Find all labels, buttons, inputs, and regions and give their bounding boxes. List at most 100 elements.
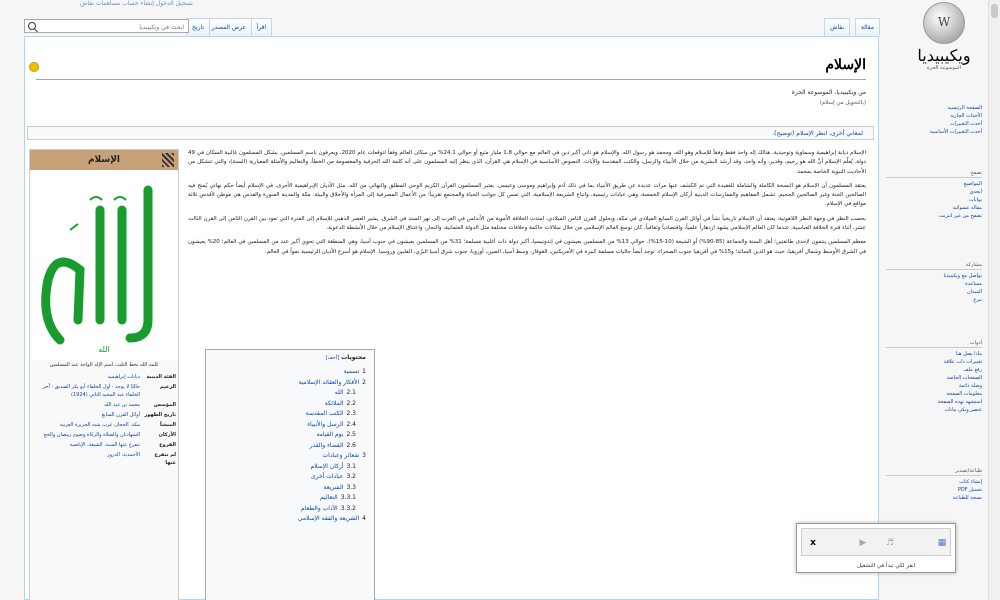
- infobox-row: تاريخ الظهور أوائل القرن السابع: [30, 410, 178, 420]
- sidebar-contribute-item-2[interactable]: الميدان: [886, 288, 982, 296]
- infobox-value[interactable]: الشهادتان والصلاة والزكاة وصوم رمضان وال…: [30, 430, 142, 440]
- sidebar-tools-item-7[interactable]: عنصر ويكي بيانات: [886, 406, 982, 414]
- sidebar-tools-item-5[interactable]: معلومات الصفحة: [886, 390, 982, 398]
- audio-file-icon[interactable]: ▦: [934, 535, 950, 551]
- infobox-value[interactable]: الأحمدية، الدروز: [30, 450, 142, 468]
- toc-item[interactable]: 3.3.1التعاليم: [214, 493, 366, 504]
- infobox-value[interactable]: تتفرع عنها السنة، الشيعة، الإباضية: [30, 440, 142, 450]
- content-area: الإسلام من ويكيبيديا، الموسوعة الحرة (با…: [24, 36, 879, 600]
- islamic-pattern-icon: [162, 153, 174, 167]
- tab-talk[interactable]: نقاش: [824, 18, 850, 36]
- sidebar-explore-item-0[interactable]: المواضيع: [886, 180, 982, 188]
- infobox-key: الفروع: [159, 442, 176, 448]
- sidebar-contribute-item-3[interactable]: تبرع: [886, 296, 982, 304]
- infobox-row: المؤسس محمد بن عبد الله: [30, 400, 178, 410]
- sidebar-tools-item-2[interactable]: رفع ملف: [886, 366, 982, 374]
- sidebar-explore: تصفح المواضيع أبجدي بوابات مقالة عشوائية تصف…: [886, 170, 986, 220]
- sidebar-tools-item-0[interactable]: ماذا يصل هنا: [886, 350, 982, 358]
- hatnote-text[interactable]: لمعاني أخرى، انظر الإسلام (توضيح).: [772, 130, 863, 137]
- wikipedia-logo[interactable]: W ويكيبيديا الموسوعة الحرة: [914, 2, 974, 82]
- tab-article[interactable]: مقالة: [854, 18, 880, 36]
- infobox-key: لم تتفرع عنها: [154, 452, 176, 466]
- sidebar-explore-item-3[interactable]: مقالة عشوائية: [886, 204, 982, 212]
- article-paragraph-1: الإسلام ديانة إبراهيمية وسماوية وتوحيدية…: [188, 150, 867, 175]
- sidebar-contribute-item-0[interactable]: تواصل مع ويكيبيديا: [886, 272, 982, 280]
- sidebar: W ويكيبيديا الموسوعة الحرة الصفحة الرئيس…: [886, 0, 986, 600]
- toc-item[interactable]: 2.5يوم القيامة: [214, 430, 366, 441]
- logo-slogan: الموسوعة الحرة: [927, 65, 961, 71]
- redirect-note[interactable]: (بالتحويل من إسلام): [820, 100, 866, 106]
- sidebar-nav-item-1[interactable]: الأحداث الجارية: [886, 112, 982, 120]
- infobox-table: الفئة الدينية ديانات إبراهيمية الزعيم حاليً…: [30, 372, 178, 468]
- site-subtitle: من ويكيبيديا، الموسوعة الحرة: [791, 89, 866, 96]
- toc-item[interactable]: 2.4الرسل والأنبياء: [214, 420, 366, 431]
- infobox-row: الفروع تتفرع عنها السنة، الشيعة، الإباضية: [30, 440, 178, 450]
- sidebar-tools-item-4[interactable]: وصلة دائمة: [886, 382, 982, 390]
- search-icon[interactable]: [28, 22, 36, 30]
- toc-item[interactable]: 2.1الله: [214, 388, 366, 399]
- allah-calligraphy-image[interactable]: الله: [30, 170, 178, 360]
- sidebar-explore-item-1[interactable]: أبجدي: [886, 188, 982, 196]
- infobox-key: المؤسس: [153, 402, 176, 408]
- toc-toggle[interactable]: [أخف]: [326, 355, 340, 361]
- toc-item[interactable]: 4الشريعة والفقه الإسلامي: [214, 514, 366, 525]
- sidebar-print-item-0[interactable]: إنشاء كتاب: [886, 478, 982, 486]
- tools-heading: أدوات: [886, 340, 982, 348]
- sidebar-explore-item-4[interactable]: تصفح من غير انترنت: [886, 212, 982, 220]
- sidebar-tools-item-6[interactable]: استشهد بهذه الصفحة: [886, 398, 982, 406]
- infobox-value[interactable]: حاليًا لا يوجد · أول الخلفاء أبو بكر الص…: [30, 382, 142, 400]
- close-icon[interactable]: x: [805, 535, 821, 551]
- infobox-value[interactable]: مكة، الحجاز، غرب شبه الجزيرة العربية: [30, 420, 142, 430]
- tab-view-source[interactable]: عرض المصدر: [205, 18, 252, 36]
- disambiguation-hatnote: لمعاني أخرى، انظر الإسلام (توضيح).: [27, 126, 874, 140]
- toc-item[interactable]: 3.3.2الآداب والطعام: [214, 504, 366, 515]
- search-box[interactable]: [24, 19, 189, 33]
- infobox-value[interactable]: أوائل القرن السابع: [30, 410, 142, 420]
- toc-title: محتويات [أخف]: [325, 354, 366, 361]
- toc-item[interactable]: 3.1أركان الإسلام: [214, 462, 366, 473]
- article-paragraph-3: بحسب النظر في وجهة النظر اللاهوتية، يعتق…: [188, 215, 866, 232]
- toc-item[interactable]: 3.2عبادات أخرى: [214, 472, 366, 483]
- toc-item[interactable]: 1تسمية: [214, 367, 366, 378]
- toc-item[interactable]: 3.3الشريعة: [214, 483, 366, 494]
- infobox-row: الأركان الشهادتان والصلاة والزكاة وصوم رم…: [30, 430, 178, 440]
- page-scrollbar[interactable]: [988, 0, 1000, 600]
- sidebar-tools: أدوات ماذا يصل هنا تغييرات ذات علاقة رفع م…: [886, 340, 986, 414]
- infobox-value[interactable]: ديانات إبراهيمية: [30, 372, 142, 382]
- sidebar-tools-item-1[interactable]: تغييرات ذات علاقة: [886, 358, 982, 366]
- infobox-value[interactable]: محمد بن عبد الله: [30, 400, 142, 410]
- toc-item[interactable]: 2.3الكتب المقدسة: [214, 409, 366, 420]
- sidebar-print-item-1[interactable]: تحميل PDF: [886, 486, 982, 494]
- sidebar-tools-item-3[interactable]: الصفحات الخاصة: [886, 374, 982, 382]
- logo-name: ويكيبيديا: [917, 46, 971, 65]
- tab-history[interactable]: تاريخ: [186, 18, 210, 36]
- play-icon[interactable]: ▶: [855, 535, 871, 551]
- scrollbar-thumb[interactable]: [991, 4, 998, 18]
- puzzle-globe-icon: W: [923, 2, 965, 44]
- sidebar-nav-item-2[interactable]: أحدث التغييرات: [886, 120, 982, 128]
- infobox-key: الأركان: [158, 432, 176, 438]
- sidebar-contribute-item-1[interactable]: مساعدة: [886, 280, 982, 288]
- toc-item[interactable]: 3شعائر وعبادات: [214, 451, 366, 462]
- volume-icon[interactable]: ♬: [882, 535, 898, 551]
- toc-item[interactable]: 2الأفكار والعقائد الإسلامية: [214, 378, 366, 389]
- toc-item[interactable]: 2.2الملائكة: [214, 399, 366, 410]
- sidebar-nav-item-0[interactable]: الصفحة الرئيسية: [886, 104, 983, 112]
- infobox-key: المنشأ: [160, 422, 176, 428]
- personal-tools-bar: تسجيل الدخول إنشاء حساب مساهمات نقاش: [0, 0, 1000, 10]
- toc-item[interactable]: 2.6القضاء والقدر: [214, 441, 366, 452]
- sidebar-explore-item-2[interactable]: بوابات: [886, 196, 982, 204]
- article-paragraph-4: معظم المسلمين ينتمون لإحدى طائفتين؛ أهل …: [188, 239, 866, 255]
- personal-tools-links[interactable]: تسجيل الدخول إنشاء حساب مساهمات نقاش: [80, 0, 193, 7]
- infobox-title: الإسلام: [30, 150, 178, 170]
- infobox-caption: كلمة الله بخط الثلث، اسم الإله الواحد عن…: [49, 362, 159, 368]
- player-controls: x ▶ ♬ ▦: [801, 528, 951, 556]
- infobox-key: الزعيم: [159, 384, 176, 390]
- featured-article-icon[interactable]: [29, 62, 39, 72]
- svg-text:الله: الله: [98, 345, 110, 354]
- search-input[interactable]: [44, 21, 184, 33]
- tab-read[interactable]: اقرأ: [250, 18, 272, 36]
- sidebar-print-item-2[interactable]: نسخة للطباعة: [886, 494, 982, 502]
- sidebar-nav-item-3[interactable]: أحدث التغييرات الأساسية: [886, 128, 982, 136]
- infobox-row: لم تتفرع عنها الأحمدية، الدروز: [30, 450, 178, 468]
